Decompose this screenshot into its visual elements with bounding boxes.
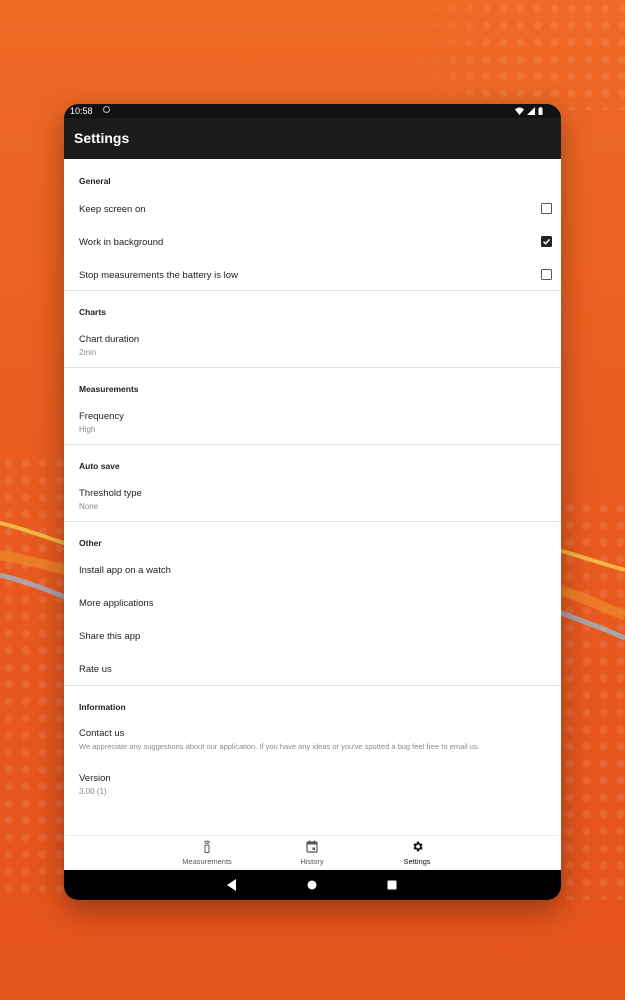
- section-title-other: Other: [79, 538, 102, 548]
- setting-label: Keep screen on: [79, 204, 146, 215]
- nav-label: Measurements: [182, 857, 232, 866]
- setting-chart-duration[interactable]: Chart duration 2min: [64, 329, 561, 363]
- section-title-information: Information: [79, 702, 126, 712]
- section-information: Information Contact us We appreciate any…: [64, 686, 561, 826]
- setting-label: Install app on a watch: [79, 565, 171, 576]
- setting-threshold-type[interactable]: Threshold type None: [64, 483, 561, 517]
- nav-measurements[interactable]: Measurements: [162, 840, 252, 866]
- system-navigation-bar: [64, 870, 561, 900]
- setting-contact-us[interactable]: Contact us We appreciate any suggestions…: [64, 724, 561, 760]
- section-auto-save: Auto save Threshold type None: [64, 445, 561, 521]
- wifi-icon: [515, 107, 524, 115]
- stop-battery-low-checkbox[interactable]: [541, 269, 552, 280]
- background-wave-left: [0, 521, 70, 602]
- setting-more-applications[interactable]: More applications: [64, 587, 561, 620]
- setting-label: Rate us: [79, 664, 112, 675]
- section-measurements: Measurements Frequency High: [64, 368, 561, 444]
- setting-value: High: [79, 425, 96, 434]
- section-title-charts: Charts: [79, 307, 106, 317]
- setting-label: Frequency: [79, 411, 124, 422]
- signal-icon: [527, 107, 535, 115]
- setting-work-in-background[interactable]: Work in background: [64, 226, 561, 259]
- background-dot-pattern: [561, 500, 625, 900]
- setting-version[interactable]: Version 3.00 (1): [64, 768, 561, 804]
- keep-screen-on-checkbox[interactable]: [541, 203, 552, 214]
- setting-frequency[interactable]: Frequency High: [64, 406, 561, 440]
- setting-value: 3.00 (1): [79, 787, 107, 796]
- nav-history[interactable]: History: [267, 840, 357, 866]
- setting-rate-us[interactable]: Rate us: [64, 653, 561, 685]
- background-dot-pattern: [0, 455, 64, 895]
- section-general: General Keep screen on Work in backgroun…: [64, 159, 561, 290]
- section-title-general: General: [79, 176, 111, 186]
- section-title-auto-save: Auto save: [79, 461, 120, 471]
- setting-label: More applications: [79, 598, 154, 609]
- status-time: 10:58: [70, 106, 93, 116]
- setting-label: Share this app: [79, 631, 141, 642]
- sensor-icon: [203, 840, 211, 853]
- section-other: Other Install app on a watch More applic…: [64, 522, 561, 685]
- app-bar: Settings: [64, 118, 561, 159]
- setting-keep-screen-on[interactable]: Keep screen on: [64, 193, 561, 226]
- setting-label: Chart duration: [79, 334, 140, 345]
- gear-icon: [412, 841, 423, 852]
- section-title-measurements: Measurements: [79, 384, 139, 394]
- back-icon[interactable]: [227, 879, 237, 891]
- setting-value: 2min: [79, 348, 97, 357]
- setting-label: Threshold type: [79, 488, 142, 499]
- setting-label: Contact us: [79, 728, 125, 739]
- notification-icon: [103, 106, 111, 113]
- settings-list: General Keep screen on Work in backgroun…: [64, 159, 561, 835]
- section-charts: Charts Chart duration 2min: [64, 291, 561, 367]
- page-title: Settings: [74, 130, 130, 146]
- recents-icon[interactable]: [387, 880, 397, 890]
- setting-share-app[interactable]: Share this app: [64, 620, 561, 653]
- tablet-device-frame: 10:58 Settings General Keep screen on Wo…: [64, 104, 561, 900]
- background-wave-right: [558, 548, 625, 641]
- status-icons: [515, 107, 543, 115]
- work-in-background-checkbox[interactable]: [541, 236, 552, 247]
- setting-install-watch[interactable]: Install app on a watch: [64, 554, 561, 587]
- setting-label: Work in background: [79, 237, 164, 248]
- calendar-icon: [306, 840, 318, 853]
- setting-label: Version: [79, 773, 111, 784]
- battery-icon: [538, 107, 543, 115]
- background-dot-pattern: [410, 0, 625, 110]
- checkmark-icon: [542, 238, 551, 245]
- setting-description: We appreciate any suggestions about our …: [79, 742, 480, 751]
- nav-label: Settings: [403, 857, 431, 866]
- home-icon[interactable]: [307, 880, 317, 890]
- setting-value: None: [79, 502, 99, 511]
- setting-label: Stop measurements the battery is low: [79, 270, 238, 281]
- status-bar: 10:58: [64, 104, 561, 118]
- nav-settings[interactable]: Settings: [372, 840, 462, 866]
- bottom-navigation: Measurements History Settings: [64, 835, 561, 870]
- setting-stop-battery-low[interactable]: Stop measurements the battery is low: [64, 259, 561, 290]
- nav-label: History: [300, 857, 324, 866]
